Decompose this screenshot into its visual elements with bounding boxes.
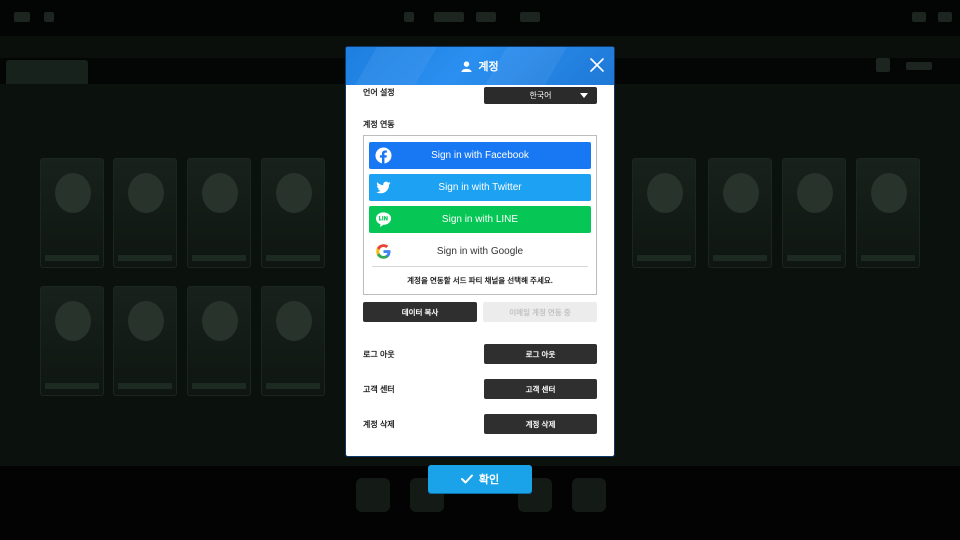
account-dialog: 계정 언어 설정 한국어 계정 연동 Sign in with Facebook… xyxy=(346,47,614,456)
twitter-signin-button[interactable]: Sign in with Twitter xyxy=(369,174,591,201)
back-icon xyxy=(14,12,30,22)
top-status-bar xyxy=(0,0,960,36)
character-card xyxy=(113,286,177,396)
filter-icon xyxy=(876,58,890,72)
account-link-label: 계정 연동 xyxy=(363,120,395,129)
customer-center-button[interactable]: 고객 센터 xyxy=(484,379,597,399)
account-link-note: 계정을 연동할 서드 파티 채널을 선택해 주세요. xyxy=(407,276,553,285)
dialog-title: 계정 xyxy=(346,47,614,85)
data-copy-button[interactable]: 데이터 복사 xyxy=(363,302,477,322)
line-signin-label: Sign in with LINE xyxy=(441,214,519,225)
resource-icon xyxy=(404,12,414,22)
delete-account-button[interactable]: 계정 삭제 xyxy=(484,414,597,434)
mobile-link-button[interactable]: 이메일 계정 연동 중 xyxy=(483,302,597,322)
tab-active xyxy=(6,60,88,84)
account-link-panel: Sign in with Facebook Sign in with Twitt… xyxy=(363,135,597,295)
line-signin-button[interactable]: Sign in with LINE xyxy=(369,206,591,233)
character-card xyxy=(40,158,104,268)
character-card xyxy=(113,158,177,268)
facebook-signin-label: Sign in with Facebook xyxy=(431,150,529,161)
character-card xyxy=(856,158,920,268)
google-signin-label: Sign in with Google xyxy=(436,246,524,257)
user-icon xyxy=(461,60,472,72)
game-screen: 계정 언어 설정 한국어 계정 연동 Sign in with Facebook… xyxy=(0,0,960,540)
dialog-title-text: 계정 xyxy=(478,61,499,73)
character-card xyxy=(782,158,846,268)
check-icon xyxy=(460,474,473,484)
close-button[interactable] xyxy=(586,54,608,76)
google-icon xyxy=(376,244,391,259)
language-select[interactable]: 한국어 xyxy=(484,87,597,104)
language-select-value: 한국어 xyxy=(529,91,552,100)
logout-button[interactable]: 로그 아웃 xyxy=(484,344,597,364)
confirm-button-label: 확인 xyxy=(478,474,500,486)
logout-label: 로그 아웃 xyxy=(363,350,395,359)
character-card xyxy=(632,158,696,268)
language-label: 언어 설정 xyxy=(363,88,395,97)
character-card xyxy=(187,286,251,396)
twitter-signin-label: Sign in with Twitter xyxy=(438,182,522,193)
sort-label xyxy=(906,62,932,70)
nav-item-icon xyxy=(356,478,390,512)
divider xyxy=(372,266,588,267)
character-card xyxy=(708,158,772,268)
character-card xyxy=(261,158,325,268)
character-card xyxy=(261,286,325,396)
mail-icon xyxy=(912,12,926,22)
nav-item-icon xyxy=(572,478,606,512)
home-icon xyxy=(44,12,54,22)
resource-counter xyxy=(434,12,464,22)
delete-account-label: 계정 삭제 xyxy=(363,420,395,429)
resource-counter xyxy=(476,12,496,22)
resource-counter xyxy=(520,12,540,22)
character-card xyxy=(187,158,251,268)
google-signin-button[interactable]: Sign in with Google xyxy=(369,238,591,265)
facebook-signin-button[interactable]: Sign in with Facebook xyxy=(369,142,591,169)
character-card xyxy=(40,286,104,396)
dialog-body[interactable]: 언어 설정 한국어 계정 연동 Sign in with Facebook Si… xyxy=(346,85,614,451)
confirm-button[interactable]: 확인 xyxy=(428,465,532,493)
line-icon xyxy=(375,212,392,228)
dropdown-caret-icon xyxy=(580,93,588,98)
settings-icon xyxy=(938,12,952,22)
customer-center-label: 고객 센터 xyxy=(363,385,395,394)
close-icon xyxy=(590,58,604,72)
twitter-icon xyxy=(376,181,391,194)
facebook-icon xyxy=(375,147,392,164)
